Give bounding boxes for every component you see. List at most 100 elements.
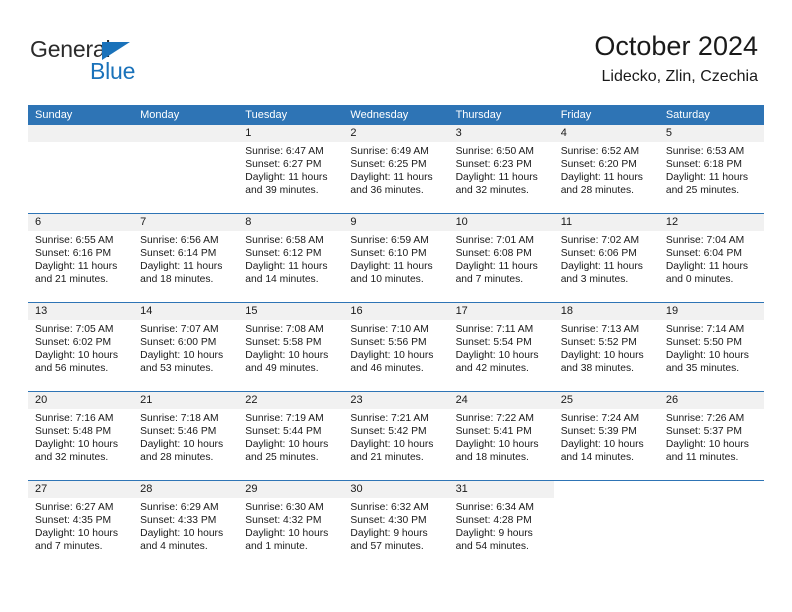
calendar-day-cell[interactable]: 14 Sunrise: 7:07 AM Sunset: 6:00 PM Dayligh… bbox=[133, 303, 239, 391]
calendar-day-cell[interactable]: 31 Sunrise: 6:34 AM Sunset: 4:28 PM Dayligh… bbox=[448, 481, 554, 569]
calendar-day-cell[interactable]: 30 Sunrise: 6:32 AM Sunset: 4:30 PM Dayligh… bbox=[343, 481, 449, 569]
daylight-text: Daylight: 11 hours bbox=[350, 171, 433, 183]
day-number-band bbox=[658, 481, 764, 498]
daylight-text: and 18 minutes. bbox=[140, 273, 214, 285]
day-detail-block bbox=[133, 142, 238, 146]
sunset-text: Sunset: 5:37 PM bbox=[665, 425, 742, 437]
daylight-text: Daylight: 11 hours bbox=[665, 171, 749, 183]
calendar-day-cell[interactable]: 16 Sunrise: 7:10 AM Sunset: 5:56 PM Dayligh… bbox=[343, 303, 449, 391]
daylight-text: and 0 minutes. bbox=[665, 273, 734, 285]
day-detail-block: Sunrise: 6:55 AM Sunset: 6:16 PM Daylight:… bbox=[28, 231, 133, 287]
daylight-text: Daylight: 10 hours bbox=[140, 438, 224, 450]
day-number-band: 25 bbox=[553, 392, 659, 409]
day-number-band: 27 bbox=[28, 481, 134, 498]
daylight-text: and 4 minutes. bbox=[140, 540, 208, 552]
day-number: 22 bbox=[245, 394, 258, 406]
daylight-text: and 11 minutes. bbox=[665, 451, 739, 463]
calendar-day-cell[interactable]: 8 Sunrise: 6:58 AM Sunset: 6:12 PM Daylight… bbox=[238, 214, 344, 302]
calendar-day-cell[interactable]: 22 Sunrise: 7:19 AM Sunset: 5:44 PM Dayligh… bbox=[238, 392, 344, 480]
calendar-day-cell[interactable]: 28 Sunrise: 6:29 AM Sunset: 4:33 PM Dayligh… bbox=[133, 481, 239, 569]
calendar-day-cell[interactable]: 1 Sunrise: 6:47 AM Sunset: 6:27 PM Daylight… bbox=[238, 125, 344, 213]
sunset-text: Sunset: 6:06 PM bbox=[560, 247, 637, 259]
calendar-day-cell[interactable]: 7 Sunrise: 6:56 AM Sunset: 6:14 PM Daylight… bbox=[133, 214, 239, 302]
day-number: 26 bbox=[665, 394, 679, 406]
calendar-day-cell[interactable]: 11 Sunrise: 7:02 AM Sunset: 6:06 PM Dayligh… bbox=[553, 214, 659, 302]
day-number: 11 bbox=[560, 216, 573, 228]
calendar-day-cell[interactable]: 18 Sunrise: 7:13 AM Sunset: 5:52 PM Dayligh… bbox=[553, 303, 659, 391]
weekday-header-sunday: Sunday bbox=[35, 109, 73, 121]
page-title: October 2024 bbox=[594, 31, 758, 61]
day-number: 17 bbox=[455, 305, 468, 317]
day-detail-block: Sunrise: 7:14 AM Sunset: 5:50 PM Daylight:… bbox=[659, 320, 764, 376]
day-number-band: 2 bbox=[343, 125, 449, 142]
calendar-day-cell[interactable]: 9 Sunrise: 6:59 AM Sunset: 6:10 PM Daylight… bbox=[343, 214, 449, 302]
day-number: 18 bbox=[560, 305, 573, 317]
calendar-day-cell[interactable]: 20 Sunrise: 7:16 AM Sunset: 5:48 PM Dayligh… bbox=[28, 392, 134, 480]
calendar-day-cell[interactable]: 21 Sunrise: 7:18 AM Sunset: 5:46 PM Dayligh… bbox=[133, 392, 239, 480]
calendar-day-cell[interactable]: 3 Sunrise: 6:50 AM Sunset: 6:23 PM Daylight… bbox=[448, 125, 554, 213]
sunrise-text: Sunrise: 7:11 AM bbox=[455, 324, 534, 335]
sunset-text: Sunset: 6:04 PM bbox=[665, 247, 742, 259]
day-number-band bbox=[133, 125, 239, 142]
calendar-day-cell[interactable]: 27 Sunrise: 6:27 AM Sunset: 4:35 PM Dayligh… bbox=[28, 481, 134, 569]
calendar-day-cell[interactable]: 26 Sunrise: 7:26 AM Sunset: 5:37 PM Dayligh… bbox=[658, 392, 764, 480]
calendar-day-cell[interactable]: 15 Sunrise: 7:08 AM Sunset: 5:58 PM Dayligh… bbox=[238, 303, 344, 391]
sunrise-text: Sunrise: 6:49 AM bbox=[350, 146, 429, 157]
daylight-text: Daylight: 11 hours bbox=[140, 260, 223, 272]
calendar-week-row: 1 Sunrise: 6:47 AM Sunset: 6:27 PM Daylight… bbox=[28, 125, 764, 213]
calendar-day-cell-empty bbox=[133, 125, 239, 213]
calendar-day-cell[interactable]: 12 Sunrise: 7:04 AM Sunset: 6:04 PM Dayligh… bbox=[658, 214, 764, 302]
sunrise-text: Sunrise: 7:04 AM bbox=[665, 235, 745, 246]
day-number: 14 bbox=[140, 305, 153, 317]
day-detail-block: Sunrise: 7:13 AM Sunset: 5:52 PM Daylight:… bbox=[554, 320, 659, 376]
day-detail-block: Sunrise: 6:58 AM Sunset: 6:12 PM Daylight:… bbox=[238, 231, 343, 287]
calendar-day-cell[interactable]: 6 Sunrise: 6:55 AM Sunset: 6:16 PM Daylight… bbox=[28, 214, 134, 302]
daylight-text: and 32 minutes. bbox=[35, 451, 109, 463]
day-number: 20 bbox=[35, 394, 48, 406]
calendar-day-cell[interactable]: 25 Sunrise: 7:24 AM Sunset: 5:39 PM Dayligh… bbox=[553, 392, 659, 480]
calendar-day-cell[interactable]: 10 Sunrise: 7:01 AM Sunset: 6:08 PM Dayligh… bbox=[448, 214, 554, 302]
logo-text-blue: Blue bbox=[90, 58, 136, 84]
sunset-text: Sunset: 4:35 PM bbox=[35, 514, 112, 526]
daylight-text: Daylight: 10 hours bbox=[455, 438, 539, 450]
sunrise-text: Sunrise: 6:56 AM bbox=[140, 235, 219, 246]
sunrise-text: Sunrise: 7:22 AM bbox=[455, 413, 534, 424]
day-number-band: 3 bbox=[448, 125, 554, 142]
sunrise-text: Sunrise: 6:27 AM bbox=[35, 502, 114, 513]
sunset-text: Sunset: 6:23 PM bbox=[455, 158, 532, 170]
sunrise-text: Sunrise: 7:10 AM bbox=[350, 324, 429, 335]
day-number-band: 26 bbox=[658, 392, 764, 409]
daylight-text: Daylight: 11 hours bbox=[665, 260, 749, 272]
daylight-text: Daylight: 10 hours bbox=[140, 349, 224, 361]
calendar-day-cell[interactable]: 13 Sunrise: 7:05 AM Sunset: 6:02 PM Dayligh… bbox=[28, 303, 134, 391]
calendar-day-cell[interactable]: 2 Sunrise: 6:49 AM Sunset: 6:25 PM Daylight… bbox=[343, 125, 449, 213]
sunrise-text: Sunrise: 6:30 AM bbox=[245, 502, 324, 513]
sunset-text: Sunset: 5:54 PM bbox=[455, 336, 532, 348]
daylight-text: and 49 minutes. bbox=[245, 362, 319, 374]
sunrise-text: Sunrise: 7:21 AM bbox=[350, 413, 429, 424]
daylight-text: Daylight: 9 hours bbox=[455, 527, 533, 539]
calendar-day-cell[interactable]: 23 Sunrise: 7:21 AM Sunset: 5:42 PM Dayligh… bbox=[343, 392, 449, 480]
calendar-day-cell[interactable]: 4 Sunrise: 6:52 AM Sunset: 6:20 PM Daylight… bbox=[553, 125, 659, 213]
daylight-text: Daylight: 11 hours bbox=[245, 171, 328, 183]
calendar-day-cell[interactable]: 19 Sunrise: 7:14 AM Sunset: 5:50 PM Dayligh… bbox=[658, 303, 764, 391]
daylight-text: and 28 minutes. bbox=[140, 451, 214, 463]
daylight-text: and 53 minutes. bbox=[140, 362, 214, 374]
page-subtitle: Lidecko, Zlin, Czechia bbox=[601, 68, 758, 85]
calendar-week-row: 20 Sunrise: 7:16 AM Sunset: 5:48 PM Dayligh… bbox=[28, 391, 764, 480]
day-detail-block: Sunrise: 6:49 AM Sunset: 6:25 PM Daylight:… bbox=[343, 142, 448, 198]
sunrise-text: Sunrise: 6:59 AM bbox=[350, 235, 429, 246]
weekday-header-wednesday: Wednesday bbox=[350, 109, 409, 121]
weekday-header-row: Sunday Monday Tuesday Wednesday Thursday Frid… bbox=[28, 105, 764, 125]
day-number-band: 9 bbox=[343, 214, 449, 231]
day-detail-block: Sunrise: 6:59 AM Sunset: 6:10 PM Daylight:… bbox=[343, 231, 448, 287]
daylight-text: Daylight: 10 hours bbox=[665, 438, 749, 450]
day-number: 2 bbox=[350, 127, 357, 139]
calendar-day-cell[interactable]: 5 Sunrise: 6:53 AM Sunset: 6:18 PM Daylight… bbox=[658, 125, 764, 213]
day-detail-block bbox=[659, 498, 764, 502]
day-number-band: 11 bbox=[553, 214, 659, 231]
calendar-day-cell[interactable]: 17 Sunrise: 7:11 AM Sunset: 5:54 PM Dayligh… bbox=[448, 303, 554, 391]
calendar-day-cell[interactable]: 29 Sunrise: 6:30 AM Sunset: 4:32 PM Dayligh… bbox=[238, 481, 344, 569]
day-number-band: 29 bbox=[238, 481, 344, 498]
calendar-day-cell[interactable]: 24 Sunrise: 7:22 AM Sunset: 5:41 PM Dayligh… bbox=[448, 392, 554, 480]
